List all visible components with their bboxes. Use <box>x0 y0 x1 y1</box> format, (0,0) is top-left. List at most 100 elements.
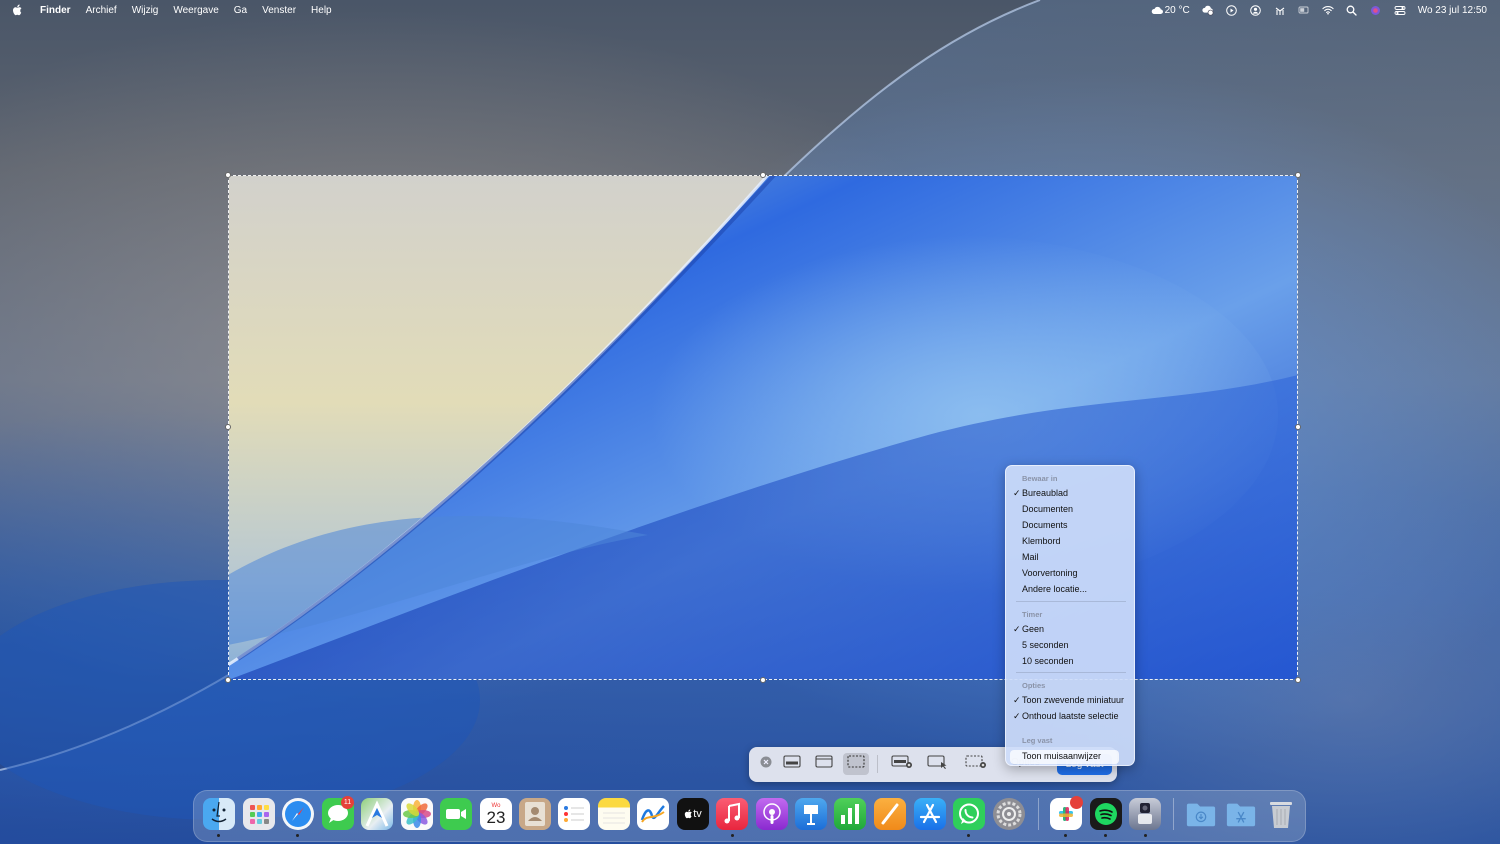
numbers-icon[interactable] <box>834 798 866 830</box>
whatsapp-icon[interactable] <box>953 798 985 830</box>
menu-item-label: 10 seconden <box>1022 656 1074 666</box>
running-indicator <box>1144 834 1147 837</box>
menu-item-label: Documenten <box>1022 504 1074 514</box>
menu-item-label: Documents <box>1022 520 1068 530</box>
capture-selection-button[interactable] <box>843 753 869 775</box>
apple-tv-icon[interactable]: tv <box>677 798 709 830</box>
save-option-clipboard[interactable]: Klembord <box>1022 536 1061 546</box>
record-window-button[interactable] <box>925 753 951 775</box>
save-option-documenten[interactable]: Documenten <box>1022 504 1073 514</box>
close-icon <box>760 755 772 773</box>
capture-selection-area[interactable] <box>228 175 1298 680</box>
resize-handle-top-left[interactable] <box>225 172 231 178</box>
freeform-icon[interactable] <box>637 798 669 830</box>
menu-item-label: 5 seconden <box>1022 640 1069 650</box>
battery-icon[interactable] <box>1298 4 1310 16</box>
running-indicator <box>1064 834 1067 837</box>
menu-app-name[interactable]: Finder <box>40 5 71 16</box>
reminders-icon[interactable] <box>558 798 590 830</box>
apple-tv-label: tv <box>693 808 702 820</box>
menu-venster[interactable]: Venster <box>262 5 296 16</box>
resize-handle-top-right[interactable] <box>1295 172 1301 178</box>
resize-handle-bottom-right[interactable] <box>1295 677 1301 683</box>
play-icon[interactable] <box>1226 4 1238 16</box>
spotify-icon[interactable] <box>1090 798 1122 830</box>
weather-temp: 20 °C <box>1164 4 1190 16</box>
menu-archief[interactable]: Archief <box>86 5 117 16</box>
messages-badge: 11 <box>341 796 354 809</box>
close-toolbar-button[interactable] <box>753 753 779 775</box>
menu-item-label: Mail <box>1022 552 1039 562</box>
finder-icon[interactable] <box>203 798 235 830</box>
facetime-icon[interactable] <box>440 798 472 830</box>
calendar-icon[interactable]: Wo 23 <box>480 798 512 830</box>
menu-wijzig[interactable]: Wijzig <box>132 5 159 16</box>
capture-window-button[interactable] <box>811 753 837 775</box>
running-indicator <box>731 834 734 837</box>
menu-weergave[interactable]: Weergave <box>173 5 218 16</box>
running-indicator <box>217 834 220 837</box>
checkmark-icon: ✓ <box>1013 624 1021 634</box>
menubar-clock[interactable]: Wo 23 jul 12:50 <box>1418 5 1487 16</box>
contacts-icon[interactable] <box>519 798 551 830</box>
slack-badge <box>1070 796 1083 809</box>
safari-icon[interactable] <box>282 798 314 830</box>
save-option-preview[interactable]: Voorvertoning <box>1022 568 1078 578</box>
resize-handle-bottom[interactable] <box>760 677 766 683</box>
music-icon[interactable] <box>716 798 748 830</box>
notes-icon[interactable] <box>598 798 630 830</box>
menu-item-label: Onthoud laatste selectie <box>1022 711 1119 721</box>
menu-item-label: Andere locatie... <box>1022 584 1088 594</box>
applications-folder-icon[interactable] <box>1225 798 1257 830</box>
bluetooth-headphones-icon[interactable] <box>1274 4 1286 16</box>
menu-item-label: Toon zwevende miniatuur <box>1022 695 1125 705</box>
wifi-icon[interactable] <box>1322 4 1334 16</box>
record-selection-button[interactable] <box>963 753 989 775</box>
record-entire-screen-button[interactable] <box>889 753 915 775</box>
running-indicator <box>1104 834 1107 837</box>
save-option-other-location[interactable]: Andere locatie... <box>1022 584 1087 594</box>
selection-preview <box>229 176 1297 679</box>
menu-help[interactable]: Help <box>311 5 332 16</box>
resize-handle-right[interactable] <box>1295 424 1301 430</box>
toolbar-divider <box>877 755 878 773</box>
menu-bar: Finder Archief Wijzig Weergave Ga Venste… <box>0 0 1500 20</box>
cloud-sync-icon[interactable] <box>1202 4 1214 16</box>
apple-menu-icon[interactable] <box>12 4 24 16</box>
menu-item-label: Bureaublad <box>1022 488 1069 498</box>
photos-icon[interactable] <box>401 798 433 830</box>
timer-option-none[interactable]: ✓ Geen <box>1013 624 1044 634</box>
resize-handle-bottom-left[interactable] <box>225 677 231 683</box>
launchpad-icon[interactable] <box>243 798 275 830</box>
pages-icon[interactable] <box>874 798 906 830</box>
resize-handle-top[interactable] <box>760 172 766 178</box>
app-store-icon[interactable] <box>914 798 946 830</box>
weather-widget[interactable]: 20 °C <box>1151 4 1190 16</box>
screenshot-app-icon[interactable] <box>1129 798 1161 830</box>
podcasts-icon[interactable] <box>756 798 788 830</box>
downloads-folder-icon[interactable] <box>1185 798 1217 830</box>
trash-icon[interactable] <box>1265 798 1297 830</box>
save-option-documents[interactable]: Documents <box>1022 520 1068 530</box>
option-show-floating-thumbnail[interactable]: ✓ Toon zwevende miniatuur <box>1013 695 1125 705</box>
checkmark-icon: ✓ <box>1013 711 1021 721</box>
record-selection-icon <box>965 754 987 774</box>
timer-option-10s[interactable]: 10 seconden <box>1022 656 1074 666</box>
option-remember-last-selection[interactable]: ✓ Onthoud laatste selectie <box>1013 711 1119 721</box>
timer-header: Timer <box>1022 610 1043 619</box>
control-center-icon[interactable] <box>1394 4 1406 16</box>
user-account-icon[interactable] <box>1250 4 1262 16</box>
menu-ga[interactable]: Ga <box>234 5 247 16</box>
keynote-icon[interactable] <box>795 798 827 830</box>
save-option-mail[interactable]: Mail <box>1022 552 1039 562</box>
siri-icon[interactable] <box>1370 4 1382 16</box>
capture-entire-screen-button[interactable] <box>779 753 805 775</box>
system-settings-icon[interactable] <box>993 798 1025 830</box>
option-show-mouse-pointer[interactable]: Toon muisaanwijzer <box>1022 751 1101 761</box>
timer-option-5s[interactable]: 5 seconden <box>1022 640 1069 650</box>
save-option-desktop[interactable]: ✓ Bureaublad <box>1013 488 1069 498</box>
resize-handle-left[interactable] <box>225 424 231 430</box>
spotlight-search-icon[interactable] <box>1346 4 1358 16</box>
maps-icon[interactable] <box>361 798 393 830</box>
save-to-header: Bewaar in <box>1022 474 1058 483</box>
